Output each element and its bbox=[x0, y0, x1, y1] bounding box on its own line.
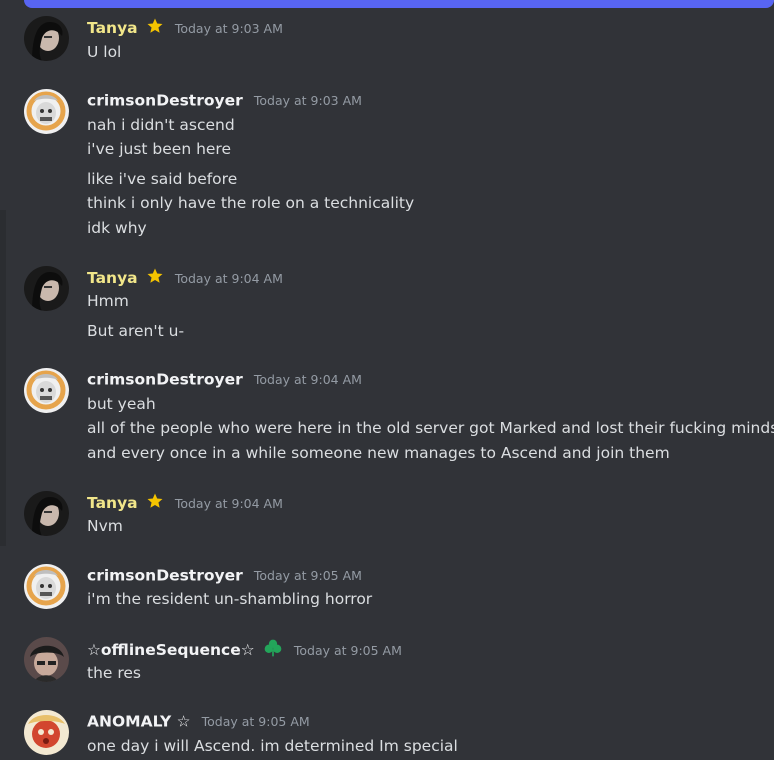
timestamp[interactable]: Today at 9:05 AM bbox=[254, 568, 362, 583]
message-text: But aren't u- bbox=[87, 322, 185, 340]
message-text: Nvm bbox=[87, 517, 123, 535]
message-text: idk why bbox=[87, 219, 147, 237]
message-header: crimsonDestroyer Today at 9:05 AM bbox=[87, 565, 362, 585]
message-text: and every once in a while someone new ma… bbox=[87, 444, 670, 462]
username[interactable]: Tanya bbox=[87, 19, 138, 37]
scroll-track bbox=[0, 210, 6, 546]
avatar-crimsondestroyer[interactable] bbox=[24, 564, 69, 609]
star-icon[interactable] bbox=[146, 492, 164, 514]
message-text: U lol bbox=[87, 43, 122, 61]
username[interactable]: crimsonDestroyer bbox=[87, 567, 243, 585]
message-text: i've just been here bbox=[87, 140, 232, 158]
message-header: crimsonDestroyer Today at 9:03 AM bbox=[87, 90, 362, 110]
message-header: ANOMALY ☆ Today at 9:05 AM bbox=[87, 711, 310, 731]
message-text: one day i will Ascend. im determined Im … bbox=[87, 737, 458, 755]
chat-message-list[interactable]: Tanya Today at 9:03 AM U lol crimsonDest… bbox=[0, 0, 774, 760]
username[interactable]: Tanya bbox=[87, 269, 138, 287]
avatar-tanya[interactable] bbox=[24, 266, 69, 311]
star-icon[interactable] bbox=[146, 267, 164, 289]
message-header: ☆offlineSequence☆ Today at 9:05 AM bbox=[87, 638, 402, 662]
timestamp[interactable]: Today at 9:03 AM bbox=[175, 21, 283, 36]
message-text: the res bbox=[87, 664, 142, 682]
avatar-crimsondestroyer-image bbox=[24, 564, 69, 609]
timestamp[interactable]: Today at 9:05 AM bbox=[202, 714, 310, 729]
message-text: i'm the resident un-shambling horror bbox=[87, 590, 373, 608]
avatar-tanya-image bbox=[24, 16, 69, 61]
timestamp[interactable]: Today at 9:04 AM bbox=[175, 271, 283, 286]
avatar-tanya-image bbox=[24, 491, 69, 536]
username[interactable]: ANOMALY ☆ bbox=[87, 713, 191, 731]
message-header: Tanya Today at 9:04 AM bbox=[87, 492, 283, 514]
message-text: Hmm bbox=[87, 292, 129, 310]
username[interactable]: ☆offlineSequence☆ bbox=[87, 641, 255, 659]
avatar-crimsondestroyer[interactable] bbox=[24, 89, 69, 134]
avatar-crimsondestroyer-image bbox=[24, 89, 69, 134]
avatar-offlinesequence-image bbox=[24, 637, 69, 682]
message-text: like i've said before bbox=[87, 170, 238, 188]
avatar-tanya[interactable] bbox=[24, 491, 69, 536]
message-text: but yeah bbox=[87, 395, 156, 413]
clover-icon[interactable] bbox=[263, 638, 283, 662]
message-text: think i only have the role on a technica… bbox=[87, 194, 415, 212]
avatar-crimsondestroyer-image bbox=[24, 368, 69, 413]
star-icon[interactable] bbox=[146, 17, 164, 39]
timestamp[interactable]: Today at 9:05 AM bbox=[294, 643, 402, 658]
timestamp[interactable]: Today at 9:04 AM bbox=[254, 372, 362, 387]
message-header: Tanya Today at 9:04 AM bbox=[87, 267, 283, 289]
avatar-offlinesequence[interactable] bbox=[24, 637, 69, 682]
username[interactable]: crimsonDestroyer bbox=[87, 92, 243, 110]
avatar-anomaly-image bbox=[24, 710, 69, 755]
avatar-tanya[interactable] bbox=[24, 16, 69, 61]
message-header: crimsonDestroyer Today at 9:04 AM bbox=[87, 369, 362, 389]
message-text: all of the people who were here in the o… bbox=[87, 419, 774, 437]
avatar-anomaly[interactable] bbox=[24, 710, 69, 755]
avatar-tanya-image bbox=[24, 266, 69, 311]
avatar-crimsondestroyer[interactable] bbox=[24, 368, 69, 413]
timestamp[interactable]: Today at 9:04 AM bbox=[175, 496, 283, 511]
message-text: nah i didn't ascend bbox=[87, 116, 235, 134]
username[interactable]: Tanya bbox=[87, 494, 138, 512]
timestamp[interactable]: Today at 9:03 AM bbox=[254, 93, 362, 108]
username[interactable]: crimsonDestroyer bbox=[87, 371, 243, 389]
message-header: Tanya Today at 9:03 AM bbox=[87, 17, 283, 39]
reply-preview-bar[interactable] bbox=[24, 0, 774, 8]
